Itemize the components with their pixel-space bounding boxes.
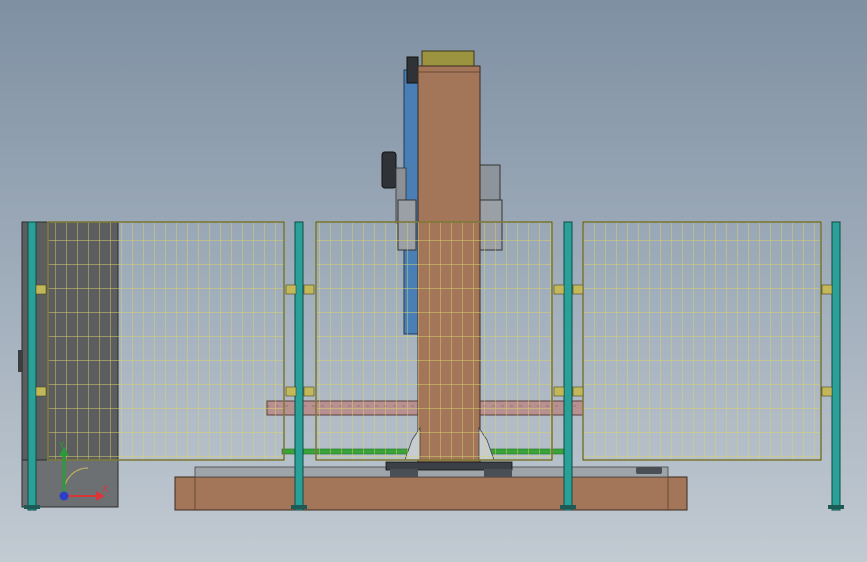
fence-panel-center [315,221,553,461]
fence-panel-left [47,221,285,461]
fence-post [563,221,573,511]
fence-post [27,221,37,511]
fence-panel-right [582,221,822,461]
coordinate-triad-icon: Y X [58,441,108,501]
machine-base [174,466,688,511]
fence-post [831,221,841,511]
fence-post [294,221,304,511]
cad-viewport[interactable] [0,0,867,562]
y-axis-label: Y [58,441,65,451]
x-axis-label: X [102,485,108,495]
